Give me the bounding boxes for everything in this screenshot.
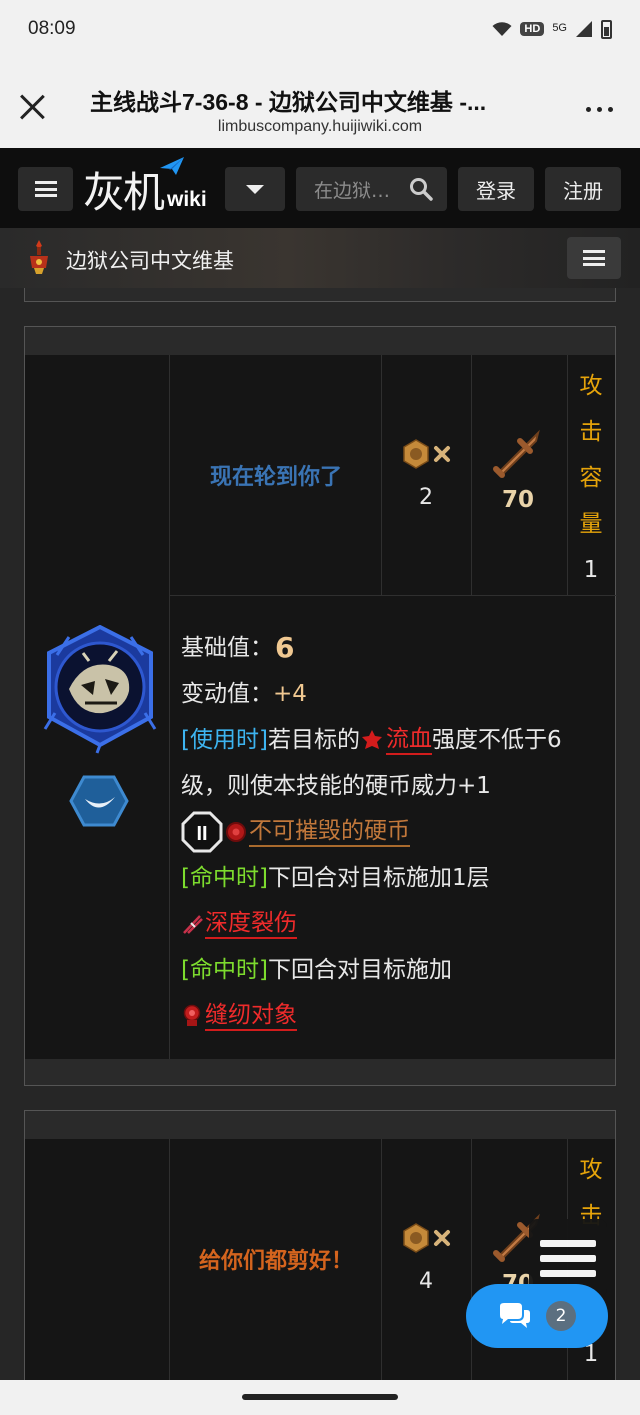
close-icon[interactable] — [18, 93, 46, 121]
on-hit-line-2: [命中时] 下回合对目标施加 — [181, 947, 611, 993]
on-hit-tag[interactable]: [命中时] — [181, 855, 268, 901]
network-label: 5G — [552, 21, 567, 34]
capacity-label-char: 攻 — [579, 373, 603, 399]
coin-icon — [403, 439, 429, 469]
on-hit-tag[interactable]: [命中时] — [181, 947, 268, 993]
sewn-target-icon — [183, 1004, 201, 1026]
capacity-label-char: 量 — [579, 511, 603, 537]
on-hit-line-1: [命中时] 下回合对目标施加1层 — [181, 855, 611, 901]
base-value: 6 — [275, 631, 295, 664]
register-button[interactable]: 注册 — [545, 167, 621, 211]
unbreakable-coin-icon — [226, 822, 246, 842]
base-label: 基础值： — [181, 635, 273, 661]
multiply-icon — [434, 1230, 450, 1246]
skill-name: 给你们都剪好！ — [170, 1243, 382, 1275]
coin-roman: II — [196, 823, 207, 845]
coin-number-icon: II — [181, 811, 223, 853]
unbreakable-coin-keyword[interactable]: 不可摧毁的硬币 — [249, 817, 410, 848]
browser-toolbar: 主线战斗7-36-8 - 边狱公司中文维基 -... limbuscompany… — [0, 58, 640, 148]
skill-description: 基础值： 6 变动值： +4 [使用时] 若目标的 流血 强度不低于6 级，则使… — [181, 625, 611, 1039]
skill-card: 现在轮到你了 2 70 攻 击 容 量 1 基础值： 6 变动值： +4 [使用… — [24, 326, 617, 1086]
search-input[interactable]: 在边狱… — [296, 167, 447, 211]
chat-count-badge: 2 — [546, 1301, 576, 1331]
variance-value: +4 — [273, 681, 307, 707]
skill-icon[interactable] — [39, 625, 161, 755]
laceration-line: 深度裂伤 — [181, 901, 611, 947]
wiki-emblem-icon[interactable] — [26, 238, 52, 276]
effect-text: 若目标的 — [267, 727, 360, 753]
capacity-label-char: 容 — [579, 465, 603, 491]
wifi-icon — [492, 22, 512, 36]
effect-text: 下回合对目标施加1层 — [267, 865, 490, 891]
chat-button[interactable]: 2 — [466, 1284, 608, 1348]
on-use-line-cont: 级，则使本技能的硬币威力+1 — [181, 763, 611, 809]
attack-info: 70 — [471, 425, 565, 513]
effect-text: 下回合对目标施加 — [267, 957, 452, 983]
site-menu-button[interactable] — [18, 167, 73, 211]
skill-table: 现在轮到你了 2 70 攻 击 容 量 1 基础值： 6 变动值： +4 [使用… — [25, 355, 617, 1059]
on-use-line: [使用时] 若目标的 流血 强度不低于6 — [181, 717, 611, 763]
main-content: 现在轮到你了 2 70 攻 击 容 量 1 基础值： 6 变动值： +4 [使用… — [0, 288, 640, 1380]
wiki-name[interactable]: 边狱公司中文维基 — [66, 245, 234, 275]
coin-count: 2 — [419, 485, 433, 510]
search-icon[interactable] — [409, 177, 433, 201]
skill-name: 现在轮到你了 — [170, 459, 382, 491]
dropdown-button[interactable] — [225, 167, 285, 211]
coin-effect-line: II 不可摧毁的硬币 — [181, 809, 611, 855]
coin-icon — [403, 1223, 429, 1253]
status-icons: HD 5G — [492, 19, 612, 39]
status-time: 08:09 — [28, 18, 76, 39]
more-options-icon[interactable] — [584, 94, 614, 124]
browser-url[interactable]: limbuscompany.huijiwiki.com — [90, 118, 550, 136]
status-bar: 08:09 HD 5G — [0, 0, 640, 58]
skill-name-text: 现在轮到你了 — [209, 465, 342, 490]
chat-icon — [500, 1303, 530, 1328]
sewn-line: 缝纫对象 — [181, 993, 611, 1039]
previous-card-edge — [24, 288, 616, 302]
variance-label: 变动值： — [181, 681, 273, 707]
base-value-line: 基础值： 6 — [181, 625, 611, 671]
battery-icon — [601, 19, 612, 39]
laceration-icon — [183, 915, 203, 934]
wiki-menu-button[interactable] — [567, 237, 621, 279]
attack-capacity: 攻 击 容 量 1 — [567, 363, 615, 593]
capacity-label-char: 攻 — [579, 1157, 603, 1183]
coin-info: 4 — [381, 1221, 471, 1294]
home-gesture-handle[interactable] — [242, 1394, 398, 1400]
capacity-label-char: 击 — [579, 419, 603, 445]
signal-icon — [576, 21, 592, 37]
capacity-value: 1 — [583, 557, 599, 583]
bleed-keyword[interactable]: 流血 — [385, 725, 432, 756]
navigation-bar — [0, 1380, 640, 1415]
on-use-tag[interactable]: [使用时] — [181, 717, 268, 763]
search-placeholder: 在边狱… — [314, 179, 391, 202]
login-button[interactable]: 登录 — [458, 167, 534, 211]
skill-name-text: 给你们都剪好！ — [198, 1249, 353, 1274]
variance-line: 变动值： +4 — [181, 671, 611, 717]
browser-page-title: 主线战斗7-36-8 - 边狱公司中文维基 -... — [90, 89, 487, 115]
sewn-target-keyword[interactable]: 缝纫对象 — [205, 1001, 297, 1032]
logo-text: 灰机 — [83, 168, 165, 217]
paper-plane-icon — [160, 157, 184, 175]
coin-info: 2 — [381, 437, 471, 510]
site-logo[interactable]: 灰机 wiki — [83, 157, 207, 217]
effect-text: 级，则使本技能的硬币威力+1 — [181, 773, 491, 799]
multiply-icon — [434, 446, 450, 462]
attack-power: 70 — [501, 487, 534, 513]
slash-affinity-icon[interactable] — [69, 775, 129, 827]
sword-icon — [493, 429, 540, 478]
bleed-icon — [361, 730, 382, 749]
hd-badge: HD — [520, 22, 545, 36]
list-icon — [583, 250, 605, 266]
list-icon — [34, 181, 57, 197]
coin-count: 4 — [419, 1269, 433, 1294]
laceration-keyword[interactable]: 深度裂伤 — [205, 909, 297, 940]
logo-wiki-text: wiki — [167, 188, 207, 211]
effect-text: 强度不低于6 — [431, 727, 562, 753]
